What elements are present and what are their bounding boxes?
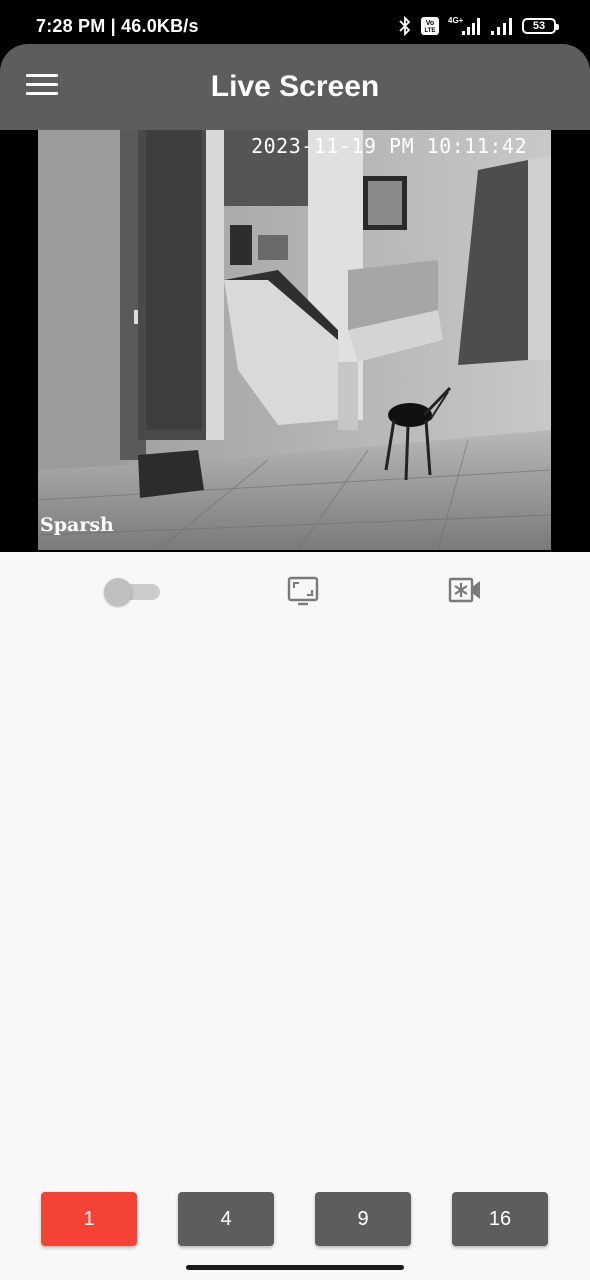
status-icons: Vo LTE 4G+ 53 [398, 14, 559, 38]
app-bar: Live Screen [0, 44, 590, 130]
signal-icon [491, 18, 512, 35]
grid-9-button[interactable]: 9 [315, 1192, 411, 1246]
svg-text:4G+: 4G+ [448, 16, 464, 25]
signal-4g-icon: 4G+ [448, 16, 480, 35]
app-bar-container: Live Screen [0, 44, 590, 130]
grid-16-button[interactable]: 16 [452, 1192, 548, 1246]
video-controls [0, 552, 590, 630]
grid-1-button[interactable]: 1 [41, 1192, 137, 1246]
bluetooth-icon [399, 16, 411, 36]
page-title: Live Screen [210, 70, 380, 103]
camera-timestamp: 2023-11-19 PM 10:11:42 [251, 134, 527, 158]
grid-4-label: 4 [220, 1207, 232, 1230]
fullscreen-icon[interactable] [287, 576, 319, 606]
svg-text:LTE: LTE [425, 28, 436, 34]
camera-scene-image [38, 130, 551, 550]
status-bar: 7:28 PM | 46.0KB/s Vo LTE 4G+ 53 [0, 0, 590, 46]
volte-icon: Vo LTE [421, 17, 439, 35]
battery-icon: 53 [522, 18, 559, 34]
grid-16-label: 16 [488, 1207, 512, 1230]
toggle-knob [104, 578, 132, 606]
grid-4-button[interactable]: 4 [178, 1192, 274, 1246]
status-time-speed: 7:28 PM | 46.0KB/s [36, 16, 199, 36]
audio-toggle-switch[interactable] [104, 578, 160, 606]
grid-9-label: 9 [357, 1207, 369, 1230]
svg-text:Vo: Vo [426, 20, 434, 27]
grid-1-label: 1 [83, 1207, 95, 1230]
camera-name-label: Sparsh [40, 514, 114, 536]
grid-layout-bar: 1 4 9 16 [0, 1192, 590, 1248]
video-area: 2023-11-19 PM 10:11:42 Sparsh [0, 130, 590, 552]
video-camera-icon[interactable] [448, 576, 482, 604]
home-indicator[interactable] [186, 1265, 404, 1270]
camera-feed[interactable]: 2023-11-19 PM 10:11:42 Sparsh [38, 130, 551, 550]
